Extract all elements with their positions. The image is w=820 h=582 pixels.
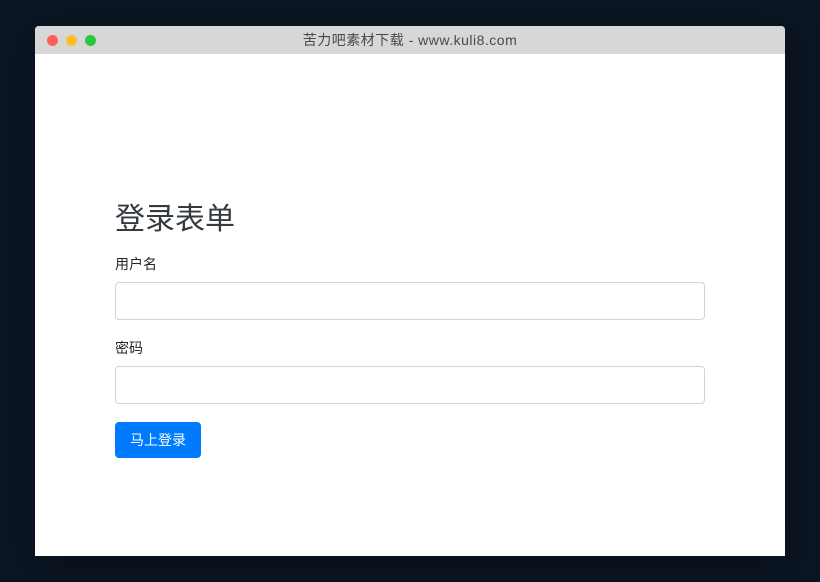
browser-window: 苦力吧素材下载 - www.kuli8.com 登录表单 用户名 密码 马上登录 — [35, 26, 785, 556]
username-input[interactable] — [115, 282, 705, 320]
window-title: 苦力吧素材下载 - www.kuli8.com — [35, 30, 785, 50]
page-content: 登录表单 用户名 密码 马上登录 — [35, 54, 785, 556]
traffic-lights — [35, 35, 96, 46]
username-group: 用户名 — [115, 254, 705, 320]
submit-button[interactable]: 马上登录 — [115, 422, 201, 458]
minimize-icon[interactable] — [66, 35, 77, 46]
close-icon[interactable] — [47, 35, 58, 46]
maximize-icon[interactable] — [85, 35, 96, 46]
password-group: 密码 — [115, 338, 705, 404]
password-input[interactable] — [115, 366, 705, 404]
titlebar: 苦力吧素材下载 - www.kuli8.com — [35, 26, 785, 54]
password-label: 密码 — [115, 338, 705, 358]
form-title: 登录表单 — [115, 194, 705, 238]
username-label: 用户名 — [115, 254, 705, 274]
